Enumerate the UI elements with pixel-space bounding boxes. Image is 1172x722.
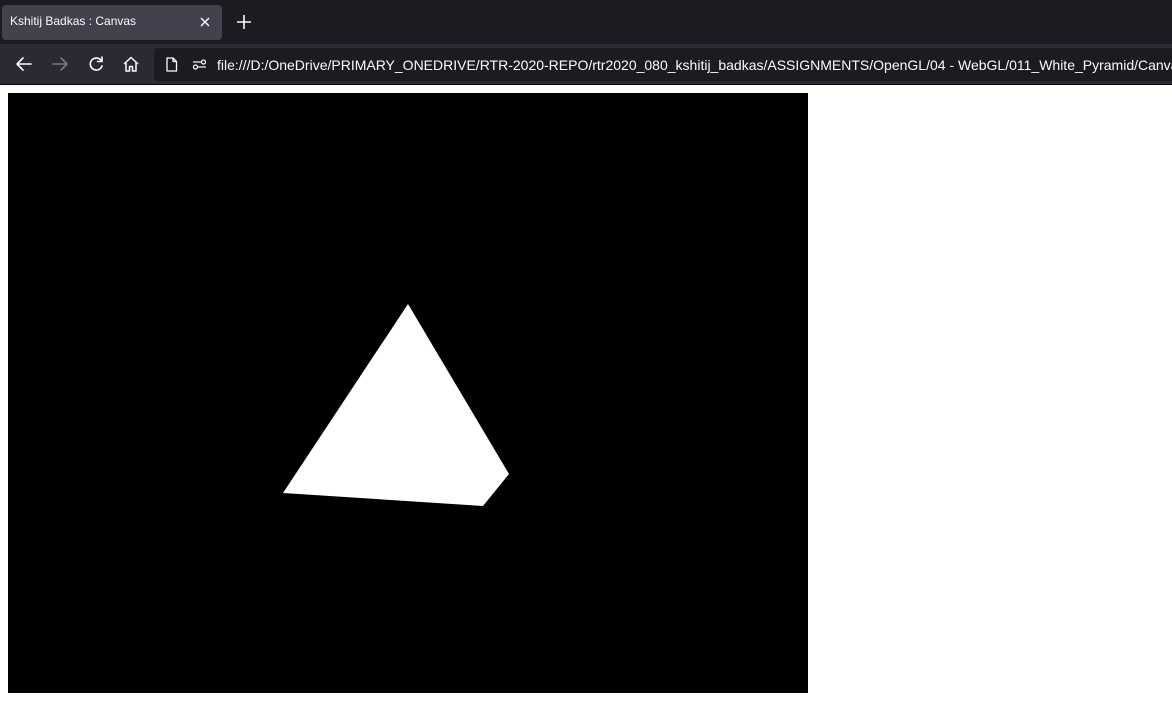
home-icon[interactable] bbox=[120, 53, 142, 75]
url-text[interactable]: file:///D:/OneDrive/PRIMARY_ONEDRIVE/RTR… bbox=[217, 57, 1172, 73]
webgl-canvas[interactable] bbox=[8, 93, 808, 693]
white-pyramid bbox=[283, 304, 509, 506]
browser-chrome: Kshitij Badkas : Canvas file:///D:/OneDr… bbox=[0, 0, 1172, 85]
reload-icon[interactable] bbox=[85, 53, 107, 75]
close-icon[interactable] bbox=[197, 14, 213, 30]
permissions-icon[interactable] bbox=[191, 56, 208, 73]
page-content bbox=[0, 85, 1172, 722]
plus-icon[interactable] bbox=[233, 11, 255, 33]
url-bar[interactable]: file:///D:/OneDrive/PRIMARY_ONEDRIVE/RTR… bbox=[154, 48, 1172, 81]
tab-title: Kshitij Badkas : Canvas bbox=[10, 14, 137, 28]
forward-arrow-icon[interactable] bbox=[49, 53, 71, 75]
page-icon[interactable] bbox=[163, 56, 180, 73]
navigation-toolbar: file:///D:/OneDrive/PRIMARY_ONEDRIVE/RTR… bbox=[0, 44, 1172, 85]
back-arrow-icon[interactable] bbox=[13, 53, 35, 75]
tab-strip: Kshitij Badkas : Canvas bbox=[0, 0, 1172, 44]
pyramid-render bbox=[283, 304, 509, 506]
tab-active[interactable]: Kshitij Badkas : Canvas bbox=[2, 5, 222, 40]
